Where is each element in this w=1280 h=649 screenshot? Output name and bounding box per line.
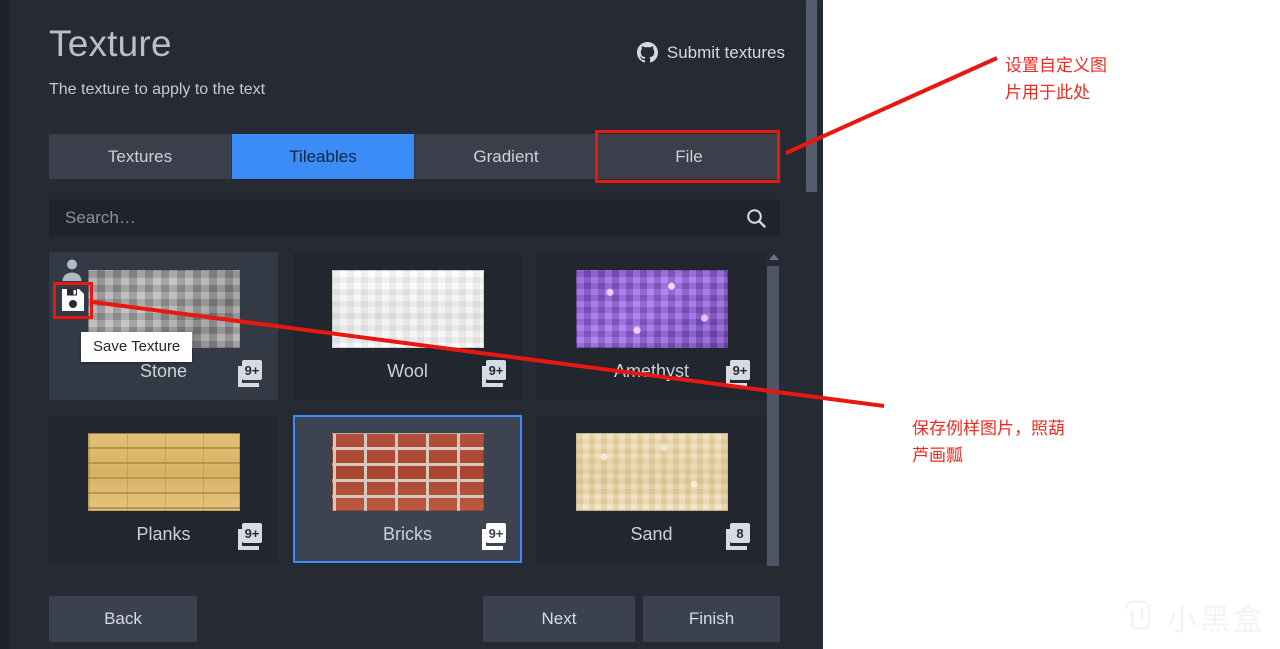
stack-count-icon: 8 bbox=[726, 523, 750, 550]
tab-file[interactable]: File bbox=[595, 130, 780, 183]
texture-tile-label: Stone bbox=[139, 361, 188, 381]
texture-tile-label: Amethyst bbox=[613, 361, 690, 381]
watermark: 小黑盒 bbox=[1119, 595, 1266, 639]
tab-gradient[interactable]: Gradient bbox=[415, 134, 598, 179]
texture-thumbnail-wool bbox=[331, 270, 484, 348]
texture-source-tabs: Textures Tileables Gradient File bbox=[49, 130, 780, 183]
variant-count-text: 9+ bbox=[245, 526, 260, 541]
annotation-text-2: 保存例样图片，照葫 芦画瓢 bbox=[912, 419, 1065, 465]
texture-thumbnail-bricks bbox=[331, 433, 484, 511]
next-button[interactable]: Next bbox=[483, 596, 635, 642]
texture-variant-count-planks: 9+ bbox=[234, 522, 264, 550]
search-icon[interactable] bbox=[744, 206, 768, 230]
page-subtitle: The texture to apply to the text bbox=[49, 81, 266, 98]
watermark-text: 小黑盒 bbox=[1167, 603, 1266, 638]
stack-count-icon: 9+ bbox=[482, 523, 506, 550]
texture-thumbnail-amethyst bbox=[575, 270, 728, 348]
variant-count-text: 8 bbox=[736, 526, 743, 541]
search-input[interactable] bbox=[65, 208, 744, 228]
finish-button[interactable]: Finish bbox=[643, 596, 780, 642]
texture-tile-label: Wool bbox=[387, 361, 428, 381]
texture-thumbnail-planks bbox=[87, 433, 240, 511]
dialog-left-edge bbox=[0, 0, 9, 649]
texture-tile-stone[interactable]: Stone 9+ Save Texture bbox=[49, 252, 278, 400]
dialog-content: Texture The texture to apply to the text… bbox=[9, 0, 823, 649]
texture-thumbnail-sand bbox=[575, 433, 728, 511]
dialog-scrollbar-track[interactable] bbox=[806, 0, 820, 649]
variant-count-text: 9+ bbox=[489, 363, 504, 378]
texture-tile-label: Sand bbox=[630, 524, 673, 544]
tab-textures[interactable]: Textures bbox=[49, 134, 232, 179]
texture-grid-scrollbar[interactable] bbox=[766, 252, 780, 570]
dialog-header: Texture The texture to apply to the text… bbox=[49, 20, 785, 102]
heybox-logo-icon bbox=[1125, 600, 1151, 630]
texture-variant-count-sand: 8 bbox=[722, 522, 752, 550]
texture-variant-count-stone: 9+ bbox=[234, 359, 264, 387]
dialog-footer: Back Next Finish bbox=[49, 596, 780, 642]
texture-tile-amethyst[interactable]: Amethyst 9+ bbox=[537, 252, 766, 400]
texture-dialog: Texture The texture to apply to the text… bbox=[0, 0, 823, 649]
scroll-thumb[interactable] bbox=[767, 266, 779, 566]
submit-textures-label: Submit textures bbox=[666, 42, 785, 62]
texture-tile-planks[interactable]: Planks 9+ bbox=[49, 415, 278, 563]
dialog-scrollbar-thumb[interactable] bbox=[806, 0, 817, 192]
submit-textures-link[interactable]: Submit textures bbox=[636, 42, 785, 63]
texture-tile-wool[interactable]: Wool 9+ bbox=[293, 252, 522, 400]
texture-tile-sand[interactable]: Sand 8 bbox=[537, 415, 766, 563]
back-button[interactable]: Back bbox=[49, 596, 197, 642]
search-bar[interactable] bbox=[49, 199, 780, 237]
annotation-text-1: 设置自定义图 片用于此处 bbox=[1005, 56, 1107, 102]
texture-variant-count-wool: 9+ bbox=[478, 359, 508, 387]
scroll-up-arrow-icon[interactable] bbox=[769, 254, 779, 260]
variant-count-text: 9+ bbox=[245, 363, 260, 378]
tab-file-label: File bbox=[675, 146, 703, 166]
texture-tile-label: Planks bbox=[136, 524, 191, 544]
stack-count-icon: 9+ bbox=[238, 523, 262, 550]
tab-tileables-label: Tileables bbox=[289, 146, 357, 166]
stack-count-icon: 9+ bbox=[482, 360, 506, 387]
texture-grid: Stone 9+ Save Texture Wool 9+ Amethyst 9… bbox=[49, 252, 780, 563]
texture-tile-label: Bricks bbox=[383, 524, 432, 544]
tab-textures-label: Textures bbox=[107, 146, 173, 166]
variant-count-text: 9+ bbox=[489, 526, 504, 541]
tab-gradient-label: Gradient bbox=[473, 146, 539, 166]
texture-variant-count-amethyst: 9+ bbox=[722, 359, 752, 387]
save-texture-tooltip: Save Texture bbox=[81, 332, 193, 362]
texture-grid-viewport: Stone 9+ Save Texture Wool 9+ Amethyst 9… bbox=[49, 252, 780, 570]
screenshot-root: Texture The texture to apply to the text… bbox=[0, 0, 1280, 649]
tab-tileables[interactable]: Tileables bbox=[232, 134, 415, 179]
save-floppy-icon[interactable] bbox=[60, 287, 86, 313]
texture-tile-bricks[interactable]: Bricks 9+ bbox=[293, 415, 522, 563]
variant-count-text: 9+ bbox=[733, 363, 748, 378]
stack-count-icon: 9+ bbox=[726, 360, 750, 387]
person-icon bbox=[62, 259, 82, 281]
github-icon bbox=[636, 42, 658, 63]
texture-variant-count-bricks: 9+ bbox=[478, 522, 508, 550]
stack-count-icon: 9+ bbox=[238, 360, 262, 387]
